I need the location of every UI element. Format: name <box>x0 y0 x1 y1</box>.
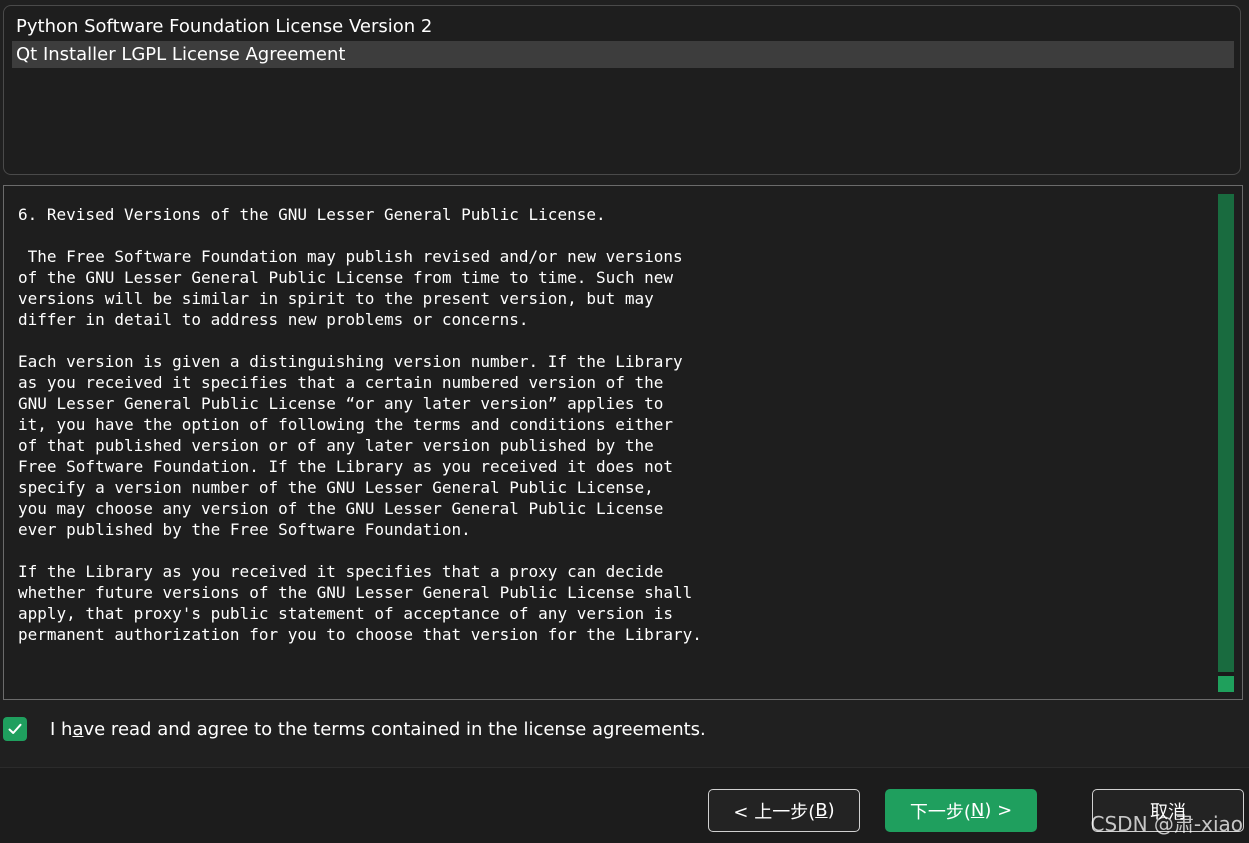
license-list[interactable]: Python Software Foundation License Versi… <box>3 5 1241 175</box>
license-item-label: Python Software Foundation License Versi… <box>16 16 433 37</box>
checkmark-icon <box>8 723 22 734</box>
watermark: CSDN @肃-xiao <box>1090 812 1243 836</box>
agreement-row[interactable]: I have read and agree to the terms conta… <box>3 717 706 741</box>
agree-label[interactable]: I have read and agree to the terms conta… <box>50 719 706 740</box>
license-text-content: 6. Revised Versions of the GNU Lesser Ge… <box>18 205 702 644</box>
back-button[interactable]: < 上一步(B) <box>708 789 860 832</box>
scrollbar-thumb[interactable] <box>1218 194 1234 672</box>
license-item-label: Qt Installer LGPL License Agreement <box>16 44 346 65</box>
next-mnemonic: N <box>970 800 985 821</box>
license-text-viewer[interactable]: 6. Revised Versions of the GNU Lesser Ge… <box>3 185 1243 700</box>
vertical-scrollbar[interactable] <box>1218 194 1234 692</box>
next-button[interactable]: 下一步(N) > <box>885 789 1037 832</box>
wizard-footer: < 上一步(B) 下一步(N) > 取消 CSDN @肃-xiao <box>0 767 1249 843</box>
license-item-qt-installer-lgpl[interactable]: Qt Installer LGPL License Agreement <box>12 41 1234 68</box>
back-mnemonic: B <box>815 800 828 821</box>
agree-checkbox[interactable] <box>3 717 27 741</box>
scrollbar-thumb-end[interactable] <box>1218 676 1234 692</box>
license-item-python[interactable]: Python Software Foundation License Versi… <box>12 13 1234 40</box>
agree-mnemonic: a <box>72 718 84 740</box>
